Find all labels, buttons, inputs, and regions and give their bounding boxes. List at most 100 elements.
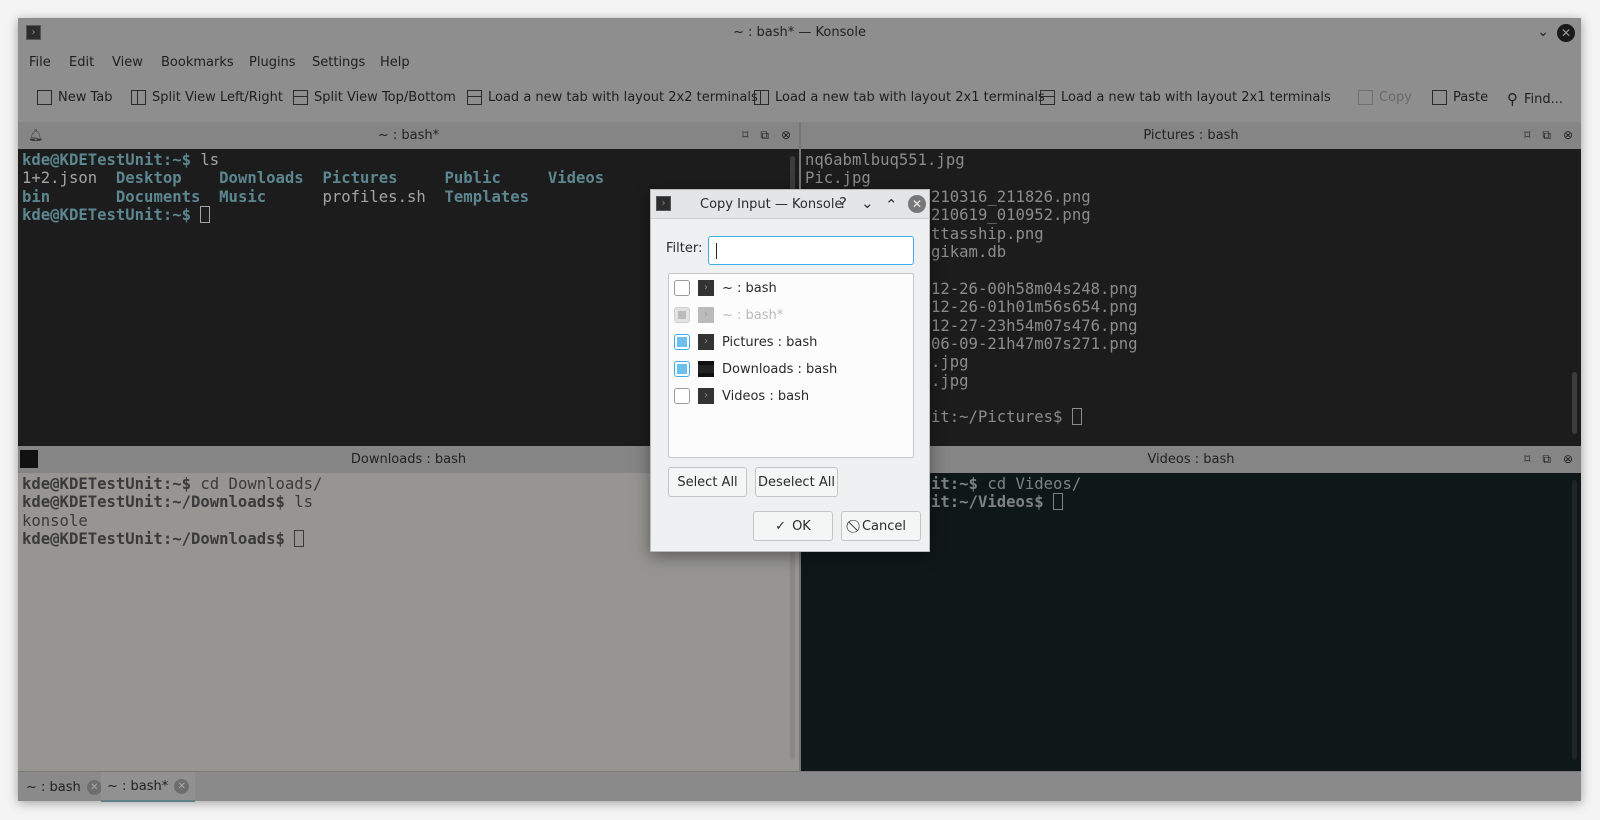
terminal-cursor <box>1053 493 1064 511</box>
select-all-button[interactable]: Select All <box>668 467 747 497</box>
session-item[interactable]: › ~ : bash <box>674 277 777 299</box>
directory-name: Pictures <box>322 169 398 188</box>
shell-prompt: kde@KDETestUnit:~/Downloads$ <box>22 493 295 512</box>
layout-2x1-button[interactable]: Load a new tab with layout 2x1 terminals <box>754 90 1045 105</box>
split-top-bottom-icon <box>293 90 308 105</box>
session-item[interactable]: › Pictures : bash <box>674 331 817 353</box>
filter-input[interactable] <box>708 236 914 265</box>
konsole-app-icon: › <box>656 196 671 211</box>
pane-header: 🔔︎ ~ : bash* ⌑ ⧉ ⊗ <box>18 122 799 149</box>
terminal-cursor <box>200 206 211 224</box>
detach-icon[interactable]: ⧉ <box>760 122 769 149</box>
help-button[interactable]: ? <box>839 194 847 212</box>
terminal-text: ls <box>294 493 314 512</box>
terminal-icon: › <box>698 388 714 404</box>
terminal-line: 1+2.json Desktop Downloads Pictures Publ… <box>22 169 795 187</box>
menu-settings[interactable]: Settings <box>312 55 365 70</box>
shell-prompt: kde@KDETestUnit:~/Downloads$ <box>22 530 295 549</box>
cancel-button[interactable]: ⃠Cancel <box>841 511 921 541</box>
terminal-text: 12-27-23h54m07s476.png <box>931 316 1138 335</box>
copy-button[interactable]: Copy <box>1358 90 1412 105</box>
new-tab-button[interactable]: New Tab <box>37 90 113 105</box>
ok-button[interactable]: ✓ OK <box>753 511 833 541</box>
detach-icon[interactable]: ⧉ <box>1542 122 1551 149</box>
layout-2x1-button-2[interactable]: Load a new tab with layout 2x1 terminals <box>1040 90 1331 105</box>
menu-help[interactable]: Help <box>380 55 410 70</box>
session-checkbox[interactable] <box>674 334 690 350</box>
session-item[interactable]: Downloads : bash <box>674 358 837 380</box>
directory-name: Videos <box>547 169 605 188</box>
close-pane-icon[interactable]: ⊗ <box>1563 122 1573 149</box>
split-left-right-icon <box>131 90 146 105</box>
minimize-chevron-icon[interactable]: ⌄ <box>1537 24 1549 40</box>
check-icon: ✓ <box>775 518 787 534</box>
shell-prompt: kde@KDETestUnit:~$ <box>22 475 201 493</box>
deselect-all-button[interactable]: Deselect All <box>755 467 838 497</box>
paste-label: Paste <box>1453 90 1489 105</box>
layout-2x1-icon <box>1040 90 1055 105</box>
terminal-text: nq6abmlbuq551.jpg <box>805 151 965 169</box>
paste-icon <box>1432 90 1447 105</box>
new-tab-icon <box>37 90 52 105</box>
maximize-icon[interactable]: ⌑ <box>1524 122 1530 149</box>
close-pane-icon[interactable]: ⊗ <box>781 122 791 149</box>
maximize-icon[interactable]: ⌑ <box>742 122 748 149</box>
maximize-chevron-icon[interactable]: ⌃ <box>885 196 898 214</box>
filter-label: Filter: <box>666 241 703 256</box>
paste-button[interactable]: Paste <box>1432 90 1488 105</box>
minimize-chevron-icon[interactable]: ⌄ <box>861 194 874 212</box>
dialog-title-bar: › Copy Input — Konsole ? ⌄ ⌃ ✕ <box>651 190 929 219</box>
cancel-label: Cancel <box>861 518 907 534</box>
menu-plugins[interactable]: Plugins <box>249 55 296 70</box>
dialog-title: Copy Input — Konsole <box>700 197 843 212</box>
session-label: Pictures : bash <box>722 334 818 350</box>
maximize-icon[interactable]: ⌑ <box>1524 446 1530 473</box>
detach-icon[interactable]: ⧉ <box>1542 446 1551 473</box>
split-top-bottom-button[interactable]: Split View Top/Bottom <box>293 90 456 105</box>
terminal-text: 210619_010952.png <box>931 206 1091 225</box>
tab-bash-active[interactable]: ~ : bash* ✕ <box>101 772 196 802</box>
dialog-close-button[interactable]: ✕ <box>908 195 926 213</box>
menu-view[interactable]: View <box>112 55 143 70</box>
directory-name: Documents <box>115 187 201 206</box>
shell-prompt: it:~$ <box>931 475 988 493</box>
directory-name: Templates <box>444 187 530 206</box>
terminal-icon <box>698 361 714 377</box>
copy-input-dialog: › Copy Input — Konsole ? ⌄ ⌃ ✕ Filter: ›… <box>650 189 930 552</box>
session-checkbox[interactable] <box>674 388 690 404</box>
close-pane-icon[interactable]: ⊗ <box>1563 446 1573 473</box>
terminal-icon: › <box>698 307 714 323</box>
session-checkbox[interactable] <box>674 280 690 296</box>
session-label: ~ : bash* <box>722 307 784 323</box>
window-close-button[interactable]: ✕ <box>1557 24 1575 42</box>
close-tab-icon[interactable]: ✕ <box>86 779 102 795</box>
terminal-line: nq6abmlbuq551.jpg <box>805 151 1577 169</box>
copy-icon <box>1358 90 1373 105</box>
directory-name: bin <box>22 187 51 206</box>
window-title: ~ : bash* — Konsole <box>733 25 866 40</box>
split-left-right-button[interactable]: Split View Left/Right <box>131 90 283 105</box>
menu-file[interactable]: File <box>29 55 51 70</box>
close-tab-icon[interactable]: ✕ <box>174 778 190 794</box>
find-button[interactable]: ⚲ Find... <box>1507 90 1563 108</box>
scrollbar[interactable] <box>1572 480 1577 760</box>
directory-name: Desktop <box>115 169 182 188</box>
directory-name: Public <box>444 169 501 188</box>
session-checkbox[interactable] <box>674 361 690 377</box>
layout-2x1-label: Load a new tab with layout 2x1 terminals <box>775 90 1045 105</box>
terminal-line: Pic.jpg <box>805 169 1577 187</box>
scrollbar[interactable] <box>1572 372 1577 434</box>
menu-bookmarks[interactable]: Bookmarks <box>161 55 234 70</box>
tab-bash[interactable]: ~ : bash ✕ <box>20 772 108 802</box>
menu-edit[interactable]: Edit <box>69 55 94 70</box>
layout-2x2-button[interactable]: Load a new tab with layout 2x2 terminals <box>467 90 758 105</box>
tab-label: ~ : bash* <box>107 778 169 794</box>
pane-title: Pictures : bash <box>1143 128 1239 143</box>
session-item[interactable]: › Videos : bash <box>674 385 809 407</box>
terminal-text: gikam.db <box>931 242 1007 261</box>
menu-bar: File Edit View Bookmarks Plugins Setting… <box>18 49 1581 77</box>
